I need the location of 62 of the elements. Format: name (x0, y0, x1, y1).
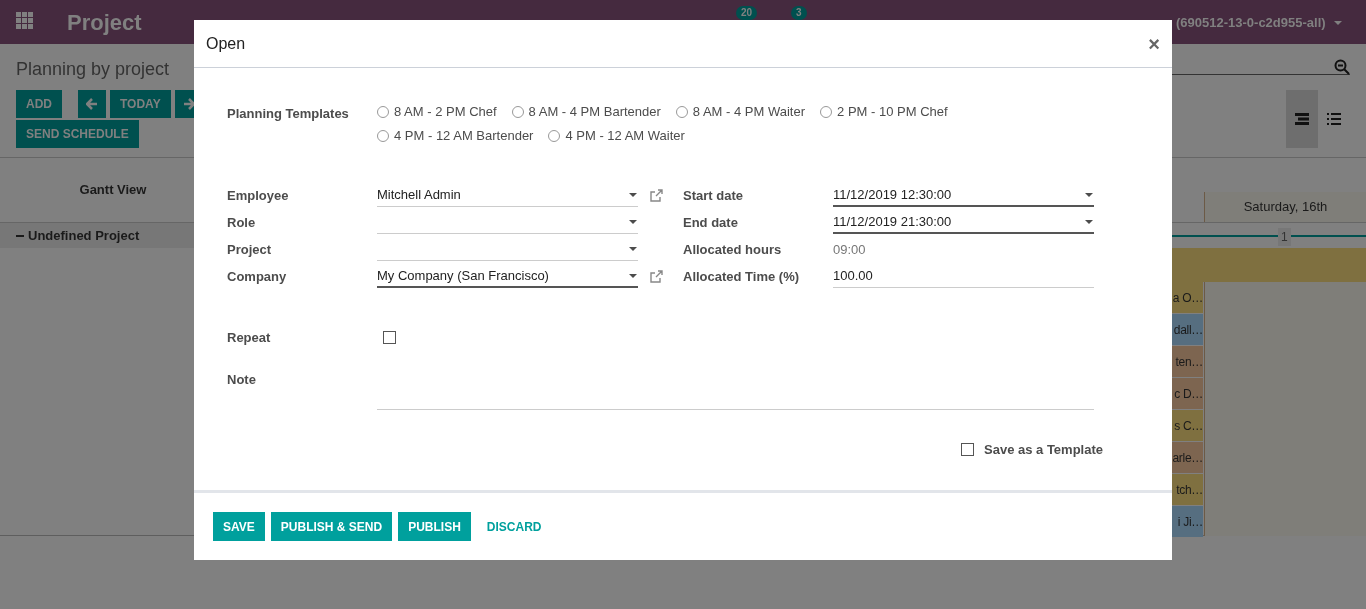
radio-option[interactable]: 4 PM - 12 AM Bartender (377, 128, 534, 144)
select-field[interactable]: 11/12/2019 21:30:00 (833, 211, 1094, 234)
caret-icon (629, 247, 637, 251)
external-link-icon (650, 270, 663, 283)
caret-icon (629, 193, 637, 197)
checkbox-option[interactable]: Save as a Template (227, 439, 1103, 459)
input-field[interactable]: 100.00 (833, 265, 1094, 288)
gantt-pill: ten… (1172, 346, 1203, 377)
select-field[interactable]: My Company (San Francisco) (377, 265, 638, 288)
badge: 3 (791, 6, 807, 20)
gantt-pill: c D… (1172, 378, 1203, 409)
gantt-pill: s C… (1172, 410, 1203, 441)
day-header: Saturday, 16th (1204, 192, 1366, 222)
arrow-right-icon (182, 98, 195, 110)
field-label: End date (683, 213, 739, 232)
field-label: Company (227, 267, 288, 286)
field-label: Allocated Time (%) (683, 267, 801, 286)
checkbox[interactable] (961, 442, 974, 456)
select-field[interactable]: Mitchell Admin (377, 184, 638, 207)
caret-icon (1333, 20, 1342, 25)
field-value: 09:00 (833, 240, 866, 259)
gantt-pill: arle… (1172, 442, 1203, 473)
gantt-pill: dall… (1172, 314, 1203, 345)
radio-option[interactable]: 4 PM - 12 AM Waiter (548, 128, 685, 144)
caret-icon (629, 273, 637, 278)
group-row[interactable]: Undefined Project (0, 223, 194, 248)
arrow-left-icon (86, 98, 98, 110)
external-link[interactable] (650, 270, 663, 283)
checkbox[interactable] (383, 331, 396, 345)
count-label: 1 (1278, 228, 1291, 246)
gantt-pill: a O… (1172, 282, 1203, 313)
apps-menu-icon[interactable] (16, 12, 33, 29)
radio-option[interactable]: 8 AM - 4 PM Bartender (511, 104, 661, 120)
caret-icon (1085, 219, 1093, 224)
external-link-icon (650, 189, 663, 202)
external-link[interactable] (650, 189, 663, 202)
gantt-pill: i Ji… (1172, 506, 1203, 537)
field-label: Start date (683, 186, 744, 205)
page-title: Planning by project (16, 58, 171, 78)
view-switch-button[interactable] (1286, 90, 1318, 148)
field-label: Project (227, 240, 273, 259)
caret-icon (1085, 192, 1093, 197)
field-label: Planning Templates (227, 105, 350, 123)
caret-icon (629, 220, 637, 224)
gantt-title: Gantt View (78, 181, 148, 200)
field-label: Role (227, 213, 257, 232)
gantt-pill: tch… (1172, 474, 1203, 505)
radio-option[interactable]: 8 AM - 4 PM Waiter (675, 104, 806, 120)
badge: 20 (736, 6, 758, 20)
radio-option[interactable]: 2 PM - 10 PM Chef (820, 104, 948, 120)
field-label: Allocated hours (683, 240, 783, 259)
field-label: Employee (227, 186, 290, 205)
dialog-title: Open (206, 33, 246, 54)
search-icon[interactable] (1334, 59, 1350, 75)
field-label: Note (227, 370, 257, 389)
gantt-icon (1295, 113, 1309, 125)
field-label: Repeat (227, 329, 272, 347)
close-button[interactable]: × (1148, 33, 1160, 54)
select-field[interactable]: 11/12/2019 12:30:00 (833, 184, 1094, 207)
app-title: Project (67, 9, 142, 37)
radio-option[interactable]: 8 AM - 2 PM Chef (377, 104, 497, 120)
list-icon (1327, 113, 1341, 125)
